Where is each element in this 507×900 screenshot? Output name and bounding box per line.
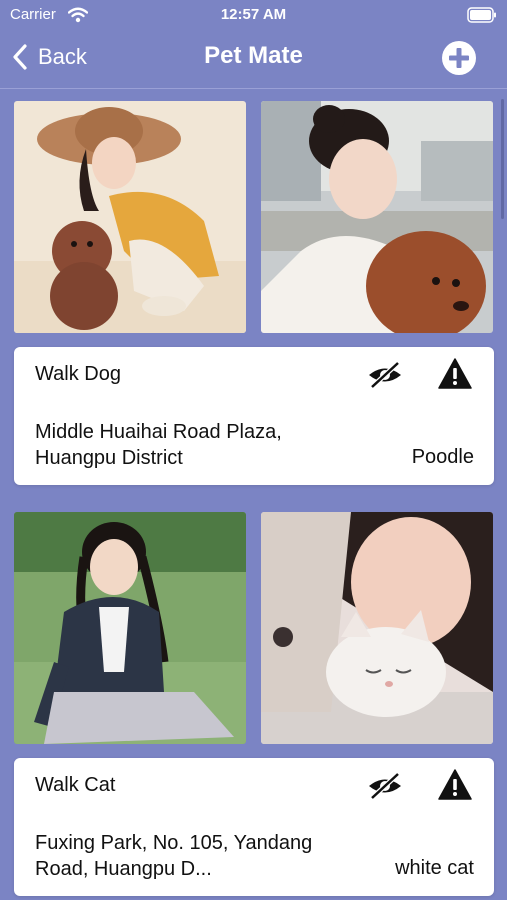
post-photo-girl-hugging-poodle[interactable]	[261, 101, 493, 333]
add-icon[interactable]	[441, 40, 477, 76]
eye-slash-icon[interactable]	[366, 771, 404, 801]
post-card[interactable]: Walk Cat Fuxing Park, No. 105, Yandang R…	[14, 758, 494, 896]
post-address: Middle Huaihai Road Plaza, Huangpu Distr…	[35, 421, 282, 469]
eye-slash-icon[interactable]	[366, 360, 404, 390]
post-photo-girl-on-grass[interactable]	[14, 512, 246, 744]
warning-icon[interactable]	[438, 768, 472, 802]
post-pet-type: white cat	[395, 857, 474, 879]
post-pet-type: Poodle	[411, 446, 474, 468]
post-title: Walk Dog	[35, 363, 121, 385]
post-photo-woman-with-white-cat[interactable]	[261, 512, 493, 744]
post-address: Fuxing Park, No. 105, Yandang Road, Huan…	[35, 832, 313, 880]
post-photo-woman-with-poodle[interactable]	[14, 101, 246, 333]
battery-icon	[467, 7, 496, 23]
post-list[interactable]: Walk Dog Middle Huaihai Road Plaza, Huan…	[0, 89, 507, 900]
post-title: Walk Cat	[35, 774, 116, 796]
scroll-indicator[interactable]	[501, 99, 504, 219]
status-time: 12:57 AM	[220, 6, 287, 23]
post-item[interactable]: Walk Dog Middle Huaihai Road Plaza, Huan…	[14, 101, 494, 485]
post-card[interactable]: Walk Dog Middle Huaihai Road Plaza, Huan…	[14, 347, 494, 485]
status-bar: Carrier 12:57 AM	[0, 0, 507, 30]
page-title: Pet Mate	[204, 42, 303, 69]
navigation-bar: Back Pet Mate	[0, 30, 507, 86]
warning-icon[interactable]	[438, 357, 472, 391]
post-item[interactable]: Walk Cat Fuxing Park, No. 105, Yandang R…	[14, 512, 494, 896]
